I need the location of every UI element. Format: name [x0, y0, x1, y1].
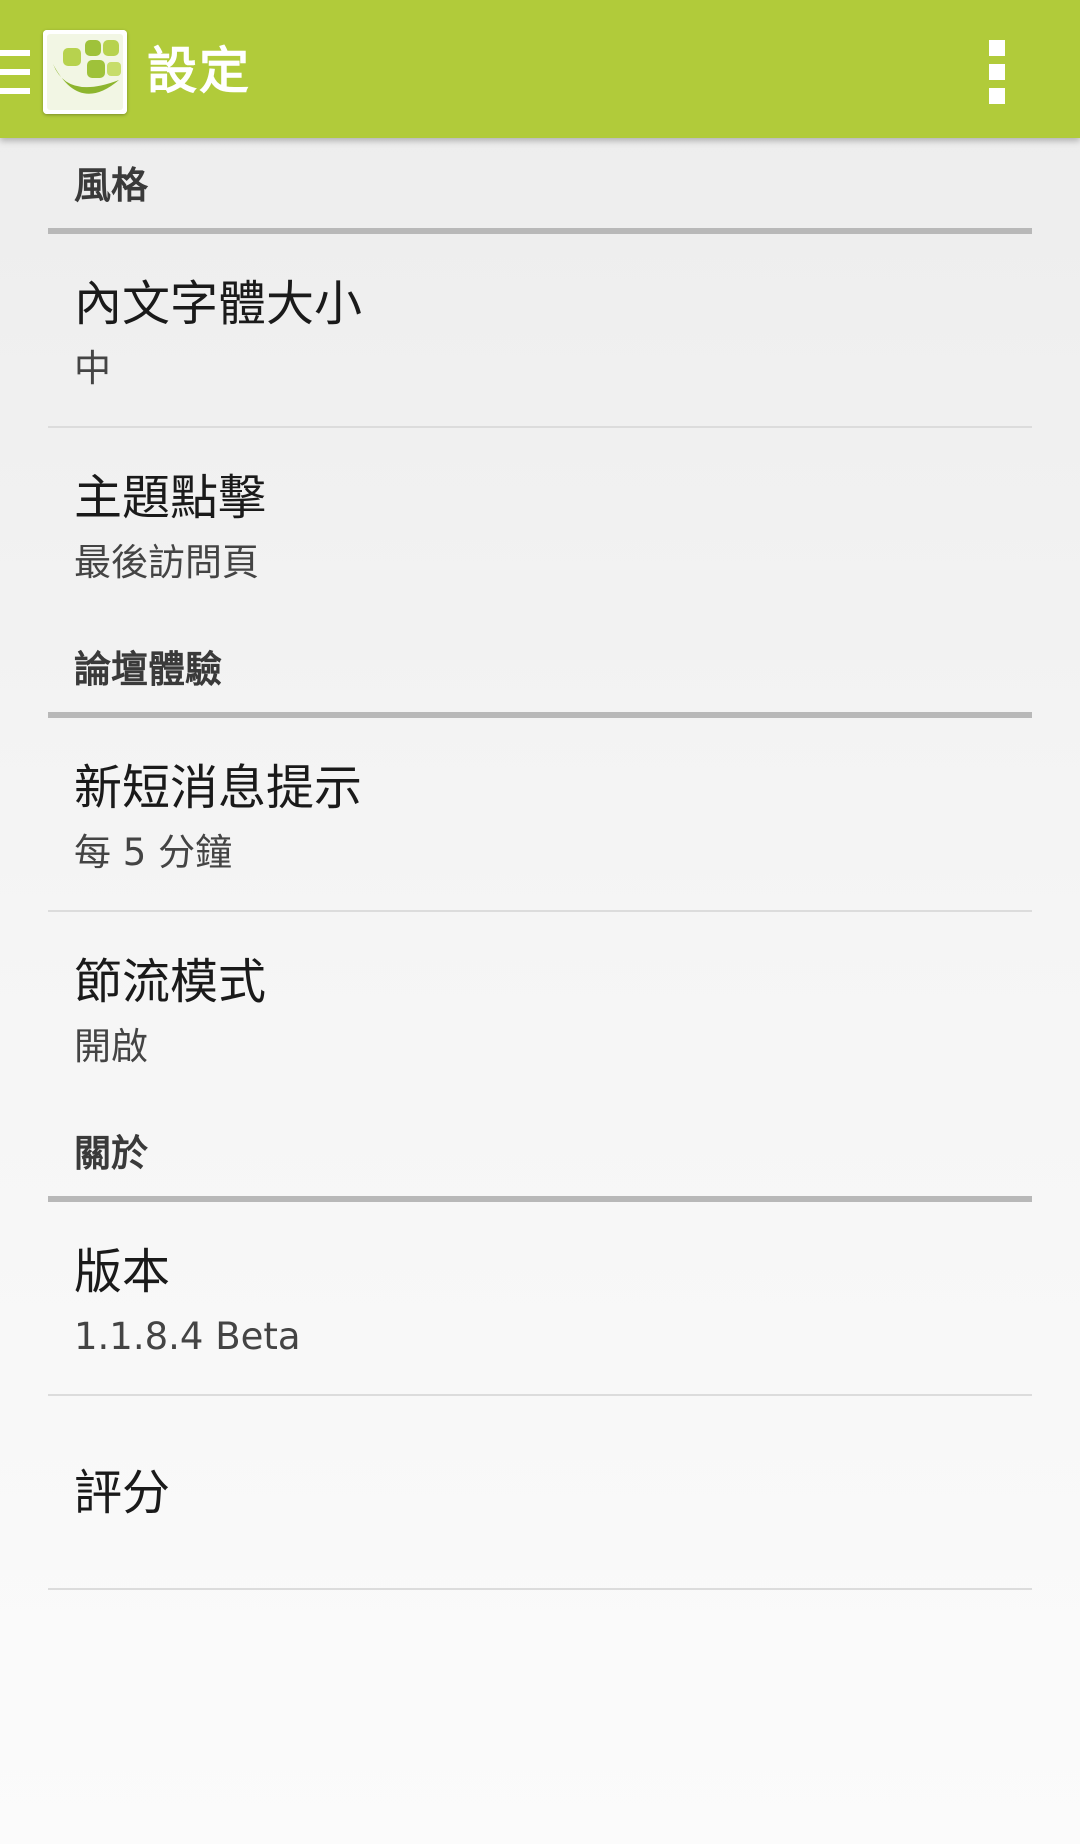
pref-title: 節流模式: [74, 954, 267, 1010]
category-header: 風格: [48, 138, 1032, 234]
pref-summary: 開啟: [74, 1025, 148, 1068]
app-logo-icon[interactable]: [43, 30, 127, 114]
category-header: 論壇體驗: [48, 622, 1032, 718]
pref-topic-click[interactable]: 主題點擊 最後訪問頁: [48, 428, 1032, 622]
pref-version[interactable]: 版本 1.1.8.4 Beta: [48, 1202, 1032, 1396]
category-style: 風格 內文字體大小 中 主題點擊 最後訪問頁: [48, 138, 1032, 622]
pref-title: 內文字體大小: [74, 276, 363, 332]
overflow-menu-icon[interactable]: [985, 40, 1009, 104]
hamburger-menu-icon[interactable]: [0, 50, 30, 94]
pref-summary: 中: [74, 347, 111, 390]
page-title: 設定: [147, 42, 251, 100]
pref-summary: 每 5 分鐘: [74, 831, 233, 874]
app-bar: 設定: [0, 0, 1080, 138]
category-forum-experience: 論壇體驗 新短消息提示 每 5 分鐘 節流模式 開啟: [48, 622, 1032, 1106]
pref-summary: 1.1.8.4 Beta: [74, 1315, 301, 1358]
pref-title: 評分: [74, 1465, 171, 1521]
pref-rate[interactable]: 評分: [48, 1396, 1032, 1590]
pref-title: 新短消息提示: [74, 760, 363, 816]
settings-list: 風格 內文字體大小 中 主題點擊 最後訪問頁 論壇體驗 新短消息提示 每 5 分…: [0, 138, 1080, 1590]
pref-title: 版本: [74, 1244, 171, 1300]
category-header: 關於: [48, 1106, 1032, 1202]
pref-new-message-alert[interactable]: 新短消息提示 每 5 分鐘: [48, 718, 1032, 912]
category-about: 關於 版本 1.1.8.4 Beta 評分: [48, 1106, 1032, 1590]
pref-font-size[interactable]: 內文字體大小 中: [48, 234, 1032, 428]
pref-summary: 最後訪問頁: [74, 541, 259, 584]
pref-data-saver-mode[interactable]: 節流模式 開啟: [48, 912, 1032, 1106]
pref-title: 主題點擊: [74, 470, 267, 526]
